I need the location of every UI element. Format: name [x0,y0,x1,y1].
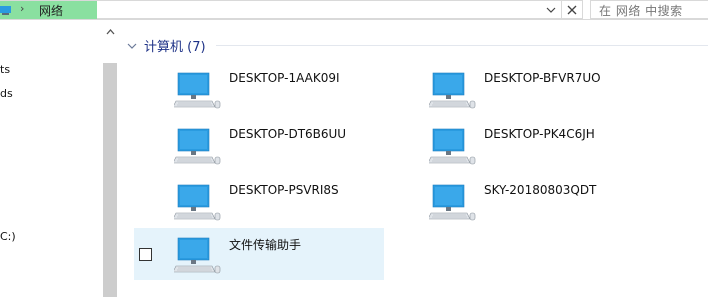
computer-tile[interactable]: DESKTOP-1AAK09I [134,63,384,115]
nav-item[interactable]: ts [0,63,10,76]
select-checkbox[interactable] [139,248,152,261]
close-icon [567,5,577,15]
group-divider [216,45,708,46]
computer-name: DESKTOP-DT6B6UU [229,127,347,141]
computer-name: DESKTOP-PSVRI8S [229,183,339,197]
computer-name: DESKTOP-BFVR7UO [484,71,601,85]
computer-tile[interactable]: 文件传输助手 [134,228,384,280]
computer-name: SKY-20180803QDT [484,183,597,197]
breadcrumb-separator: › [20,2,25,15]
computer-tile[interactable]: DESKTOP-DT6B6UU [134,119,384,171]
computer-name: 文件传输助手 [229,238,302,252]
search-placeholder[interactable]: 在 网络 中搜索 [599,2,683,19]
top-bar: › 网络 在 网络 中搜索 [0,0,708,20]
chevron-up-icon [106,29,114,35]
computer-icon [172,237,222,277]
nav-item[interactable]: C:) [0,230,16,243]
computer-icon [172,72,222,112]
computer-icon [172,184,222,224]
chevron-down-icon [127,43,137,49]
address-dropdown-button[interactable] [541,1,561,19]
computer-tile[interactable]: DESKTOP-PSVRI8S [134,175,384,227]
breadcrumb-location[interactable]: 网络 [39,2,63,19]
computer-icon [427,128,477,168]
nav-item[interactable]: ds [0,87,13,100]
computer-tile[interactable]: DESKTOP-PK4C6JH [389,119,639,171]
computer-icon [172,128,222,168]
content-pane: 计算机 (7) DESKTOP-1AAK09I DESKTOP-BFVR7UO DE… [118,20,708,297]
group-title: 计算机 (7) [144,40,206,55]
computer-tile[interactable]: DESKTOP-BFVR7UO [389,63,639,115]
chevron-down-icon [546,7,556,13]
network-icon [0,6,11,15]
address-bar[interactable]: › 网络 [0,0,583,19]
scroll-up-button[interactable] [102,26,118,38]
navigation-pane: ts ds C:) [0,20,102,297]
computer-name: DESKTOP-PK4C6JH [484,127,595,141]
computer-name: DESKTOP-1AAK09I [229,71,340,85]
computer-tile[interactable]: SKY-20180803QDT [389,175,639,227]
group-header[interactable]: 计算机 (7) [126,36,206,55]
computer-icon [427,184,477,224]
nav-scrollbar[interactable] [102,20,118,297]
clear-address-button[interactable] [561,1,582,19]
search-box[interactable]: 在 网络 中搜索 [590,0,708,19]
scrollbar-thumb[interactable] [103,63,117,297]
computer-icon [427,72,477,112]
